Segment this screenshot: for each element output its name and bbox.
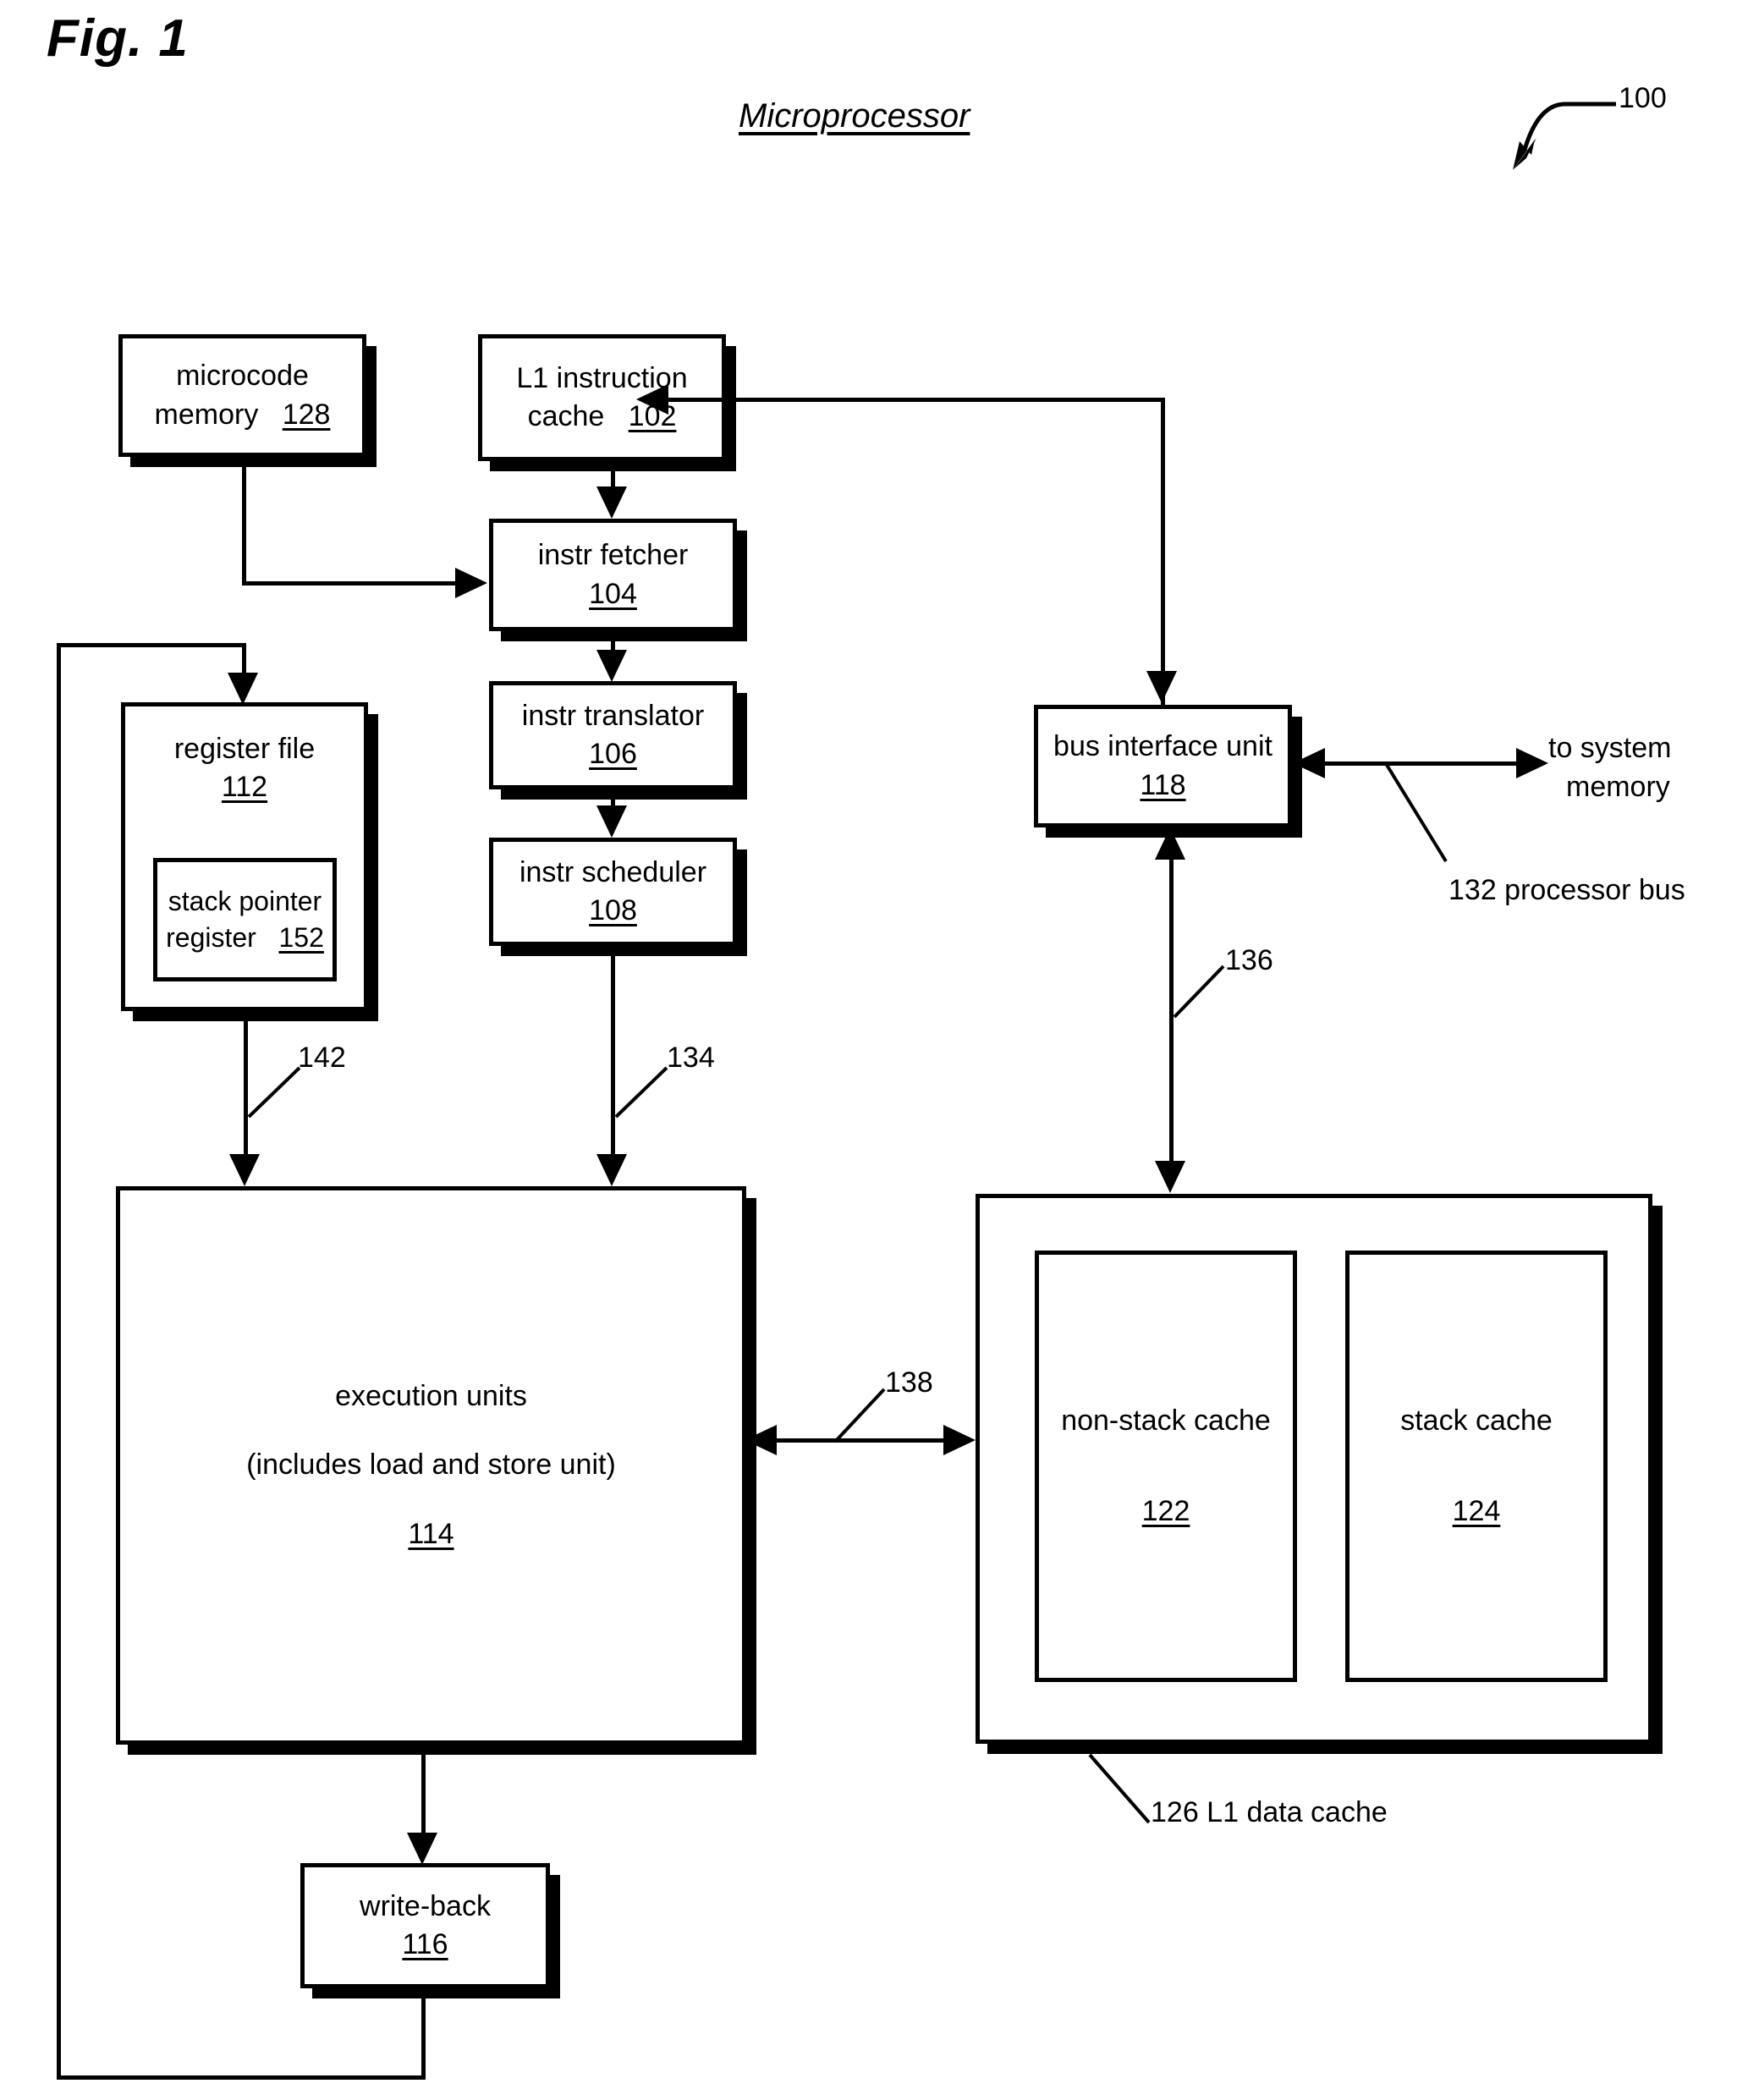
figure-title: Microprocessor bbox=[739, 97, 970, 135]
signal-138-label: 138 bbox=[885, 1366, 933, 1399]
instr-fetcher-label: instr fetcher bbox=[537, 539, 689, 572]
arrowhead-biu-to-dcache bbox=[1155, 1161, 1185, 1193]
conn-biu-to-icache-horizontal bbox=[668, 398, 1163, 402]
to-system-memory-line1: to system bbox=[1548, 732, 1672, 764]
signal-136-label: 136 bbox=[1225, 944, 1273, 976]
execution-units-line2: (includes load and store unit) bbox=[246, 1449, 616, 1482]
reference-100-label: 100 bbox=[1619, 82, 1667, 114]
conn-icache-to-fetcher-vertical bbox=[611, 461, 615, 490]
instr-fetcher-ref: 104 bbox=[589, 577, 637, 610]
figure-canvas: Fig. 1 Microprocessor 100 microcode memo… bbox=[0, 0, 1737, 2100]
microcode-memory-ref: 128 bbox=[282, 398, 331, 431]
arrowhead-execution-to-dcache bbox=[943, 1425, 976, 1455]
arrowhead-feedback-to-register-file bbox=[228, 673, 258, 705]
arrowhead-processor-bus-right bbox=[1516, 748, 1548, 778]
microcode-memory-line2-row: memory 128 bbox=[155, 396, 331, 434]
instr-scheduler-ref: 108 bbox=[589, 894, 637, 926]
to-system-memory-line2: memory bbox=[1566, 771, 1670, 803]
signal-134-label: 134 bbox=[667, 1042, 715, 1074]
block-stack-cache[interactable]: stack cache 124 bbox=[1345, 1251, 1608, 1682]
arrowhead-microcode-to-fetcher bbox=[455, 568, 487, 598]
non-stack-cache-label: non-stack cache bbox=[1061, 1404, 1271, 1437]
register-file-label: register file bbox=[173, 733, 316, 765]
arrowhead-translator-to-scheduler bbox=[596, 805, 627, 838]
stack-pointer-register-ref: 152 bbox=[278, 922, 324, 953]
block-instr-scheduler[interactable]: instr scheduler 108 bbox=[489, 838, 737, 946]
register-file-ref: 112 bbox=[221, 771, 268, 804]
l1-instruction-cache-line2: cache bbox=[527, 400, 605, 432]
processor-bus-leader-line bbox=[1385, 763, 1448, 863]
block-write-back[interactable]: write-back 116 bbox=[300, 1863, 550, 1988]
instr-translator-label: instr translator bbox=[521, 699, 705, 732]
arrowhead-dcache-to-biu bbox=[1155, 827, 1185, 860]
write-back-label: write-back bbox=[360, 1889, 491, 1922]
arrowhead-biu-to-icache bbox=[636, 384, 668, 415]
reference-100-leader-arrow bbox=[1513, 102, 1616, 170]
stack-cache-label: stack cache bbox=[1400, 1404, 1553, 1437]
block-bus-interface-unit[interactable]: bus interface unit 118 bbox=[1034, 705, 1292, 827]
arrowhead-scheduler-to-execution bbox=[596, 1154, 627, 1186]
block-instr-translator[interactable]: instr translator 106 bbox=[489, 681, 737, 789]
stack-pointer-register-line2: register bbox=[166, 922, 256, 953]
block-instr-fetcher[interactable]: instr fetcher 104 bbox=[489, 519, 737, 631]
processor-bus-label: 132 processor bus bbox=[1448, 874, 1685, 906]
conn-writeback-feedback-bottom bbox=[57, 2075, 426, 2080]
stack-pointer-register-line2-row: register 152 bbox=[166, 920, 324, 956]
instr-translator-ref: 106 bbox=[589, 738, 637, 770]
arrowhead-fetcher-to-translator bbox=[596, 650, 627, 682]
arrowhead-processor-bus-left bbox=[1293, 748, 1325, 778]
arrowhead-into-bus-interface-unit bbox=[1146, 671, 1177, 703]
write-back-ref: 116 bbox=[402, 1928, 448, 1960]
conn-writeback-feedback-top bbox=[57, 643, 246, 647]
l1-data-cache-caption: 126 L1 data cache bbox=[1151, 1796, 1388, 1828]
conn-microcode-to-fetcher-horizontal bbox=[242, 581, 455, 585]
block-stack-pointer-register[interactable]: stack pointer register 152 bbox=[153, 858, 337, 981]
execution-units-line1: execution units bbox=[335, 1380, 527, 1413]
conn-writeback-feedback-left-vertical bbox=[57, 643, 61, 2080]
microcode-memory-line2: memory bbox=[154, 398, 259, 431]
conn-scheduler-to-execution-vertical bbox=[611, 946, 615, 1156]
block-execution-units[interactable]: execution units (includes load and store… bbox=[116, 1186, 746, 1745]
instr-scheduler-label: instr scheduler bbox=[519, 855, 707, 888]
arrowhead-dcache-to-execution bbox=[745, 1425, 777, 1455]
conn-microcode-to-fetcher-vertical bbox=[242, 457, 246, 585]
conn-execution-to-writeback-vertical bbox=[421, 1745, 426, 1836]
figure-label: Fig. 1 bbox=[47, 9, 189, 68]
arrowhead-icache-to-fetcher bbox=[596, 487, 627, 519]
block-non-stack-cache[interactable]: non-stack cache 122 bbox=[1035, 1251, 1297, 1682]
conn-writeback-feedback-down bbox=[421, 1988, 426, 2080]
non-stack-cache-ref: 122 bbox=[1141, 1495, 1190, 1527]
microcode-memory-line1: microcode bbox=[176, 360, 309, 393]
conn-feedback-to-register-file-vertical bbox=[242, 643, 246, 677]
signal-142-label: 142 bbox=[298, 1042, 346, 1074]
execution-units-ref: 114 bbox=[408, 1517, 454, 1550]
stack-pointer-register-line1: stack pointer bbox=[168, 886, 322, 917]
bus-interface-unit-ref: 118 bbox=[1140, 768, 1186, 801]
arrowhead-execution-to-writeback bbox=[407, 1833, 437, 1865]
block-microcode-memory[interactable]: microcode memory 128 bbox=[118, 334, 366, 457]
arrowhead-register-file-to-execution bbox=[229, 1154, 260, 1186]
conn-biu-to-icache-vertical bbox=[1161, 398, 1165, 705]
stack-cache-ref: 124 bbox=[1452, 1495, 1501, 1527]
bus-interface-unit-label: bus interface unit bbox=[1053, 730, 1273, 763]
